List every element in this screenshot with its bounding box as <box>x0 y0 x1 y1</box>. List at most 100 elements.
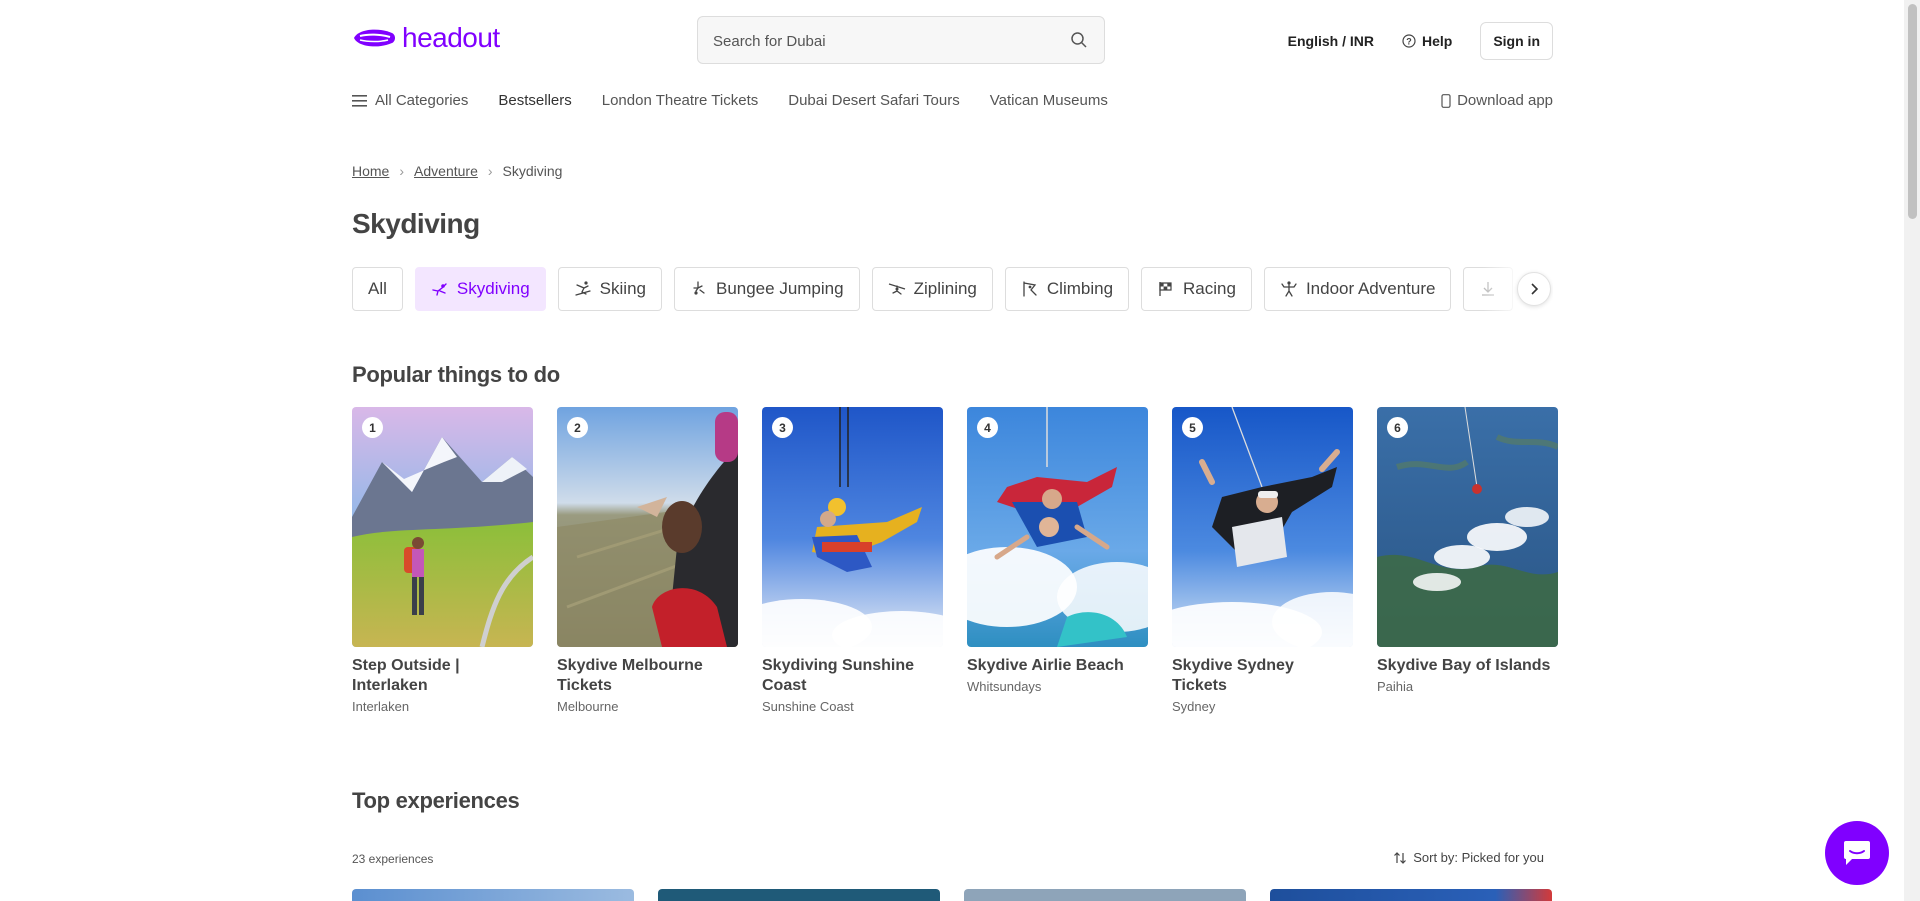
card-location: Interlaken <box>352 699 410 714</box>
chip-all[interactable]: All <box>352 267 403 311</box>
card-location: Paihia <box>1377 679 1414 694</box>
language-currency-selector[interactable]: English / INR <box>1288 33 1374 49</box>
climbing-icon <box>1023 281 1037 297</box>
popular-card[interactable]: 2 Skydive Melbourne Tickets Melbourne <box>557 407 738 714</box>
experience-card-image[interactable] <box>964 889 1246 901</box>
card-image-melbourne[interactable]: 2 <box>557 407 738 647</box>
logo-wordmark: headout <box>402 22 500 53</box>
sort-label: Sort by: Picked for you <box>1413 850 1544 865</box>
popular-card[interactable]: 5 Skydive Sydney Tickets Sydney <box>1172 407 1353 714</box>
bungee-icon <box>693 281 705 295</box>
help-label: Help <box>1421 33 1453 49</box>
card-location: Whitsundays <box>967 679 1042 694</box>
breadcrumb: Home › Adventure › Skydiving <box>352 163 562 179</box>
indoor-adventure-icon <box>1281 281 1297 297</box>
page-title: Skydiving <box>352 208 480 239</box>
sign-in-button[interactable]: Sign in <box>1480 22 1553 60</box>
rank-badge: 2 <box>567 417 588 438</box>
card-title[interactable]: Step Outside | Interlaken <box>352 656 533 696</box>
headout-logo[interactable]: headout <box>352 22 500 54</box>
help-link[interactable]: ? Help <box>1402 33 1452 49</box>
card-image-sunshine-coast[interactable]: 3 <box>762 407 943 647</box>
category-nav: All Categories Bestsellers London Theatr… <box>352 92 1108 109</box>
nav-item-london-theatre[interactable]: London Theatre Tickets <box>602 92 759 109</box>
rank-badge: 5 <box>1182 417 1203 438</box>
nav-item-dubai-desert-safari[interactable]: Dubai Desert Safari Tours <box>788 92 959 109</box>
experience-card-image[interactable] <box>658 889 940 901</box>
phone-icon <box>1441 93 1451 108</box>
card-title[interactable]: Skydive Sydney Tickets <box>1172 656 1353 696</box>
all-categories-menu[interactable]: All Categories <box>352 92 468 109</box>
chevron-right-icon: › <box>487 163 493 179</box>
chip-label: All <box>368 279 387 298</box>
experiences-count: 23 experiences <box>352 852 434 866</box>
chat-button[interactable] <box>1825 821 1889 885</box>
chat-bubble-icon <box>1844 841 1870 865</box>
rank-badge: 1 <box>362 417 383 438</box>
chip-skiing[interactable]: Skiing <box>557 267 662 311</box>
card-title[interactable]: Skydiving Sunshine Coast <box>762 656 943 696</box>
card-location: Sunshine Coast <box>762 699 854 714</box>
experience-card-image[interactable] <box>1270 889 1552 901</box>
rank-badge: 3 <box>772 417 793 438</box>
subcategory-chips: All Skydiving Skiing Bungee Jumping Zipl… <box>352 267 1553 311</box>
chip-climbing[interactable]: Climbing <box>1004 267 1130 311</box>
help-circle-icon: ? <box>1402 34 1416 48</box>
chip-indoor-adventure[interactable]: Indoor Adventure <box>1263 267 1452 311</box>
all-categories-label: All Categories <box>375 92 469 109</box>
card-image-airlie-beach[interactable]: 4 <box>967 407 1148 647</box>
card-location: Melbourne <box>557 699 619 714</box>
top-experiences-title: Top experiences <box>352 788 520 813</box>
svg-text:?: ? <box>1406 37 1412 47</box>
card-location: Sydney <box>1172 699 1216 714</box>
nav-item-vatican-museums[interactable]: Vatican Museums <box>990 92 1108 109</box>
rank-badge: 4 <box>977 417 998 438</box>
zipline-icon <box>888 283 905 295</box>
popular-card[interactable]: 3 Skydiving Sunshine Coast Sunshine Coas… <box>762 407 943 714</box>
chip-label: Ziplining <box>913 279 977 298</box>
chips-next-button[interactable] <box>1517 272 1551 306</box>
nav-item-bestsellers[interactable]: Bestsellers <box>498 92 571 109</box>
card-title[interactable]: Skydive Melbourne Tickets <box>557 656 738 696</box>
skydiving-icon <box>432 283 447 296</box>
chip-bungee-jumping[interactable]: Bungee Jumping <box>673 267 860 311</box>
popular-card[interactable]: 6 Skydive Bay of Islands Paihia <box>1377 407 1558 714</box>
breadcrumb-home[interactable]: Home <box>352 163 389 179</box>
download-app-label: Download app <box>1457 92 1553 109</box>
search-icon[interactable] <box>1070 31 1088 54</box>
rank-badge: 6 <box>1387 417 1408 438</box>
card-title[interactable]: Skydive Airlie Beach <box>967 656 1148 676</box>
breadcrumb-current: Skydiving <box>502 163 563 179</box>
search-input[interactable] <box>713 29 1053 53</box>
sort-arrows-icon <box>1394 851 1407 864</box>
sort-dropdown[interactable]: Sort by: Picked for you <box>1393 850 1544 865</box>
download-app-link[interactable]: Download app <box>1441 92 1553 109</box>
popular-card[interactable]: 1 Step Outside | Interlaken Interlaken <box>352 407 533 714</box>
chip-racing[interactable]: Racing <box>1141 267 1252 311</box>
card-image-interlaken[interactable]: 1 <box>352 407 533 647</box>
chip-label: Skydiving <box>456 279 530 298</box>
chevron-right-icon: › <box>399 163 405 179</box>
chevron-right-icon <box>1531 283 1539 295</box>
breadcrumb-adventure[interactable]: Adventure <box>414 163 478 179</box>
card-title[interactable]: Skydive Bay of Islands <box>1377 656 1558 676</box>
card-image-bay-of-islands[interactable]: 6 <box>1377 407 1558 647</box>
chip-label: Skiing <box>599 279 646 298</box>
card-image-sydney[interactable]: 5 <box>1172 407 1353 647</box>
blimp-logo-icon <box>354 29 395 47</box>
search-bar[interactable] <box>697 16 1105 64</box>
chip-skydiving[interactable]: Skydiving <box>414 267 546 311</box>
scrollbar-thumb[interactable] <box>1908 4 1917 219</box>
popular-section-title: Popular things to do <box>352 362 560 387</box>
chip-label: Climbing <box>1046 279 1114 298</box>
experience-card-image[interactable] <box>352 889 634 901</box>
popular-cards: 1 Step Outside | Interlaken Interlaken 2… <box>352 407 1558 714</box>
chip-label: Racing <box>1183 279 1236 298</box>
chip-label: Indoor Adventure <box>1305 279 1436 298</box>
chip-ziplining[interactable]: Ziplining <box>871 267 993 311</box>
page-scrollbar[interactable] <box>1904 0 1920 901</box>
popular-card[interactable]: 4 Skydive Airlie Beach Whitsundays <box>967 407 1148 714</box>
racing-flag-icon <box>1159 282 1172 296</box>
chip-label: Bungee Jumping <box>715 279 844 298</box>
skiing-icon <box>575 281 591 296</box>
